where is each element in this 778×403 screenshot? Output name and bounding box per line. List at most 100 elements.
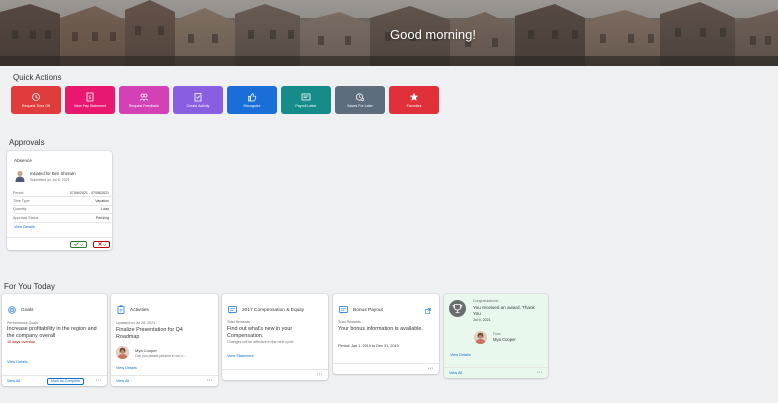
goals-view-all-link[interactable]: View All <box>7 379 20 383</box>
activities-view-all-link[interactable]: View All <box>116 379 129 383</box>
approval-row: Approval Status Pending <box>13 214 113 223</box>
favorites-button[interactable]: Favorites <box>389 86 439 114</box>
approval-row: Time Type Vacation <box>13 197 113 206</box>
award-view-all-link[interactable]: View All <box>449 371 462 375</box>
approval-row-key: Period <box>13 190 24 195</box>
approval-row-value: 1 day <box>100 207 109 212</box>
view-details-link[interactable]: View Details <box>14 225 35 229</box>
approval-card-footer <box>7 237 112 250</box>
external-link-icon[interactable] <box>425 301 431 319</box>
create-activity-button[interactable]: Create Activity <box>173 86 223 114</box>
approval-row-value: Pending <box>95 215 109 220</box>
compensation-category: Total Rewards <box>227 320 250 324</box>
goals-card-footer: View All Mark as Complete ··· <box>2 375 107 386</box>
bonus-category: Total Rewards <box>338 320 361 324</box>
approval-row: Period 07/06/2021 - 07/08/2021 <box>13 189 113 198</box>
bonus-period: Period: Jan 1, 2019 to Dec 31, 2019 <box>338 344 399 348</box>
trophy-icon <box>449 300 466 317</box>
activities-title: Activities <box>130 307 149 313</box>
award-date: Jul 9, 2021 <box>473 318 491 322</box>
document-icon <box>228 301 237 319</box>
favorites-label: Favorites <box>406 103 422 108</box>
award-from-label: From <box>493 332 501 336</box>
letter-icon <box>301 92 311 102</box>
bonus-card[interactable]: Bonus Payout Total Rewards Your bonus in… <box>333 294 439 374</box>
award-congrats: Congratulations! <box>473 299 499 303</box>
more-options-icon[interactable]: ··· <box>317 371 323 378</box>
view-pay-statement-button[interactable]: $ View Pay Statement <box>65 86 115 114</box>
approval-row-value: 07/06/2021 - 07/08/2021 <box>69 190 109 195</box>
compensation-card[interactable]: 2017 Compensation & Equity Total Rewards… <box>222 294 328 380</box>
recognize-label: Recognize <box>243 103 261 108</box>
greeting-text: Good morning! <box>390 27 476 42</box>
more-options-icon[interactable]: ··· <box>537 369 543 376</box>
approval-type: Absence <box>14 158 32 163</box>
time-off-icon <box>31 92 41 102</box>
chevron-down-icon <box>80 242 83 247</box>
request-feedback-button[interactable]: Request Feedback <box>119 86 169 114</box>
approval-row: Quantity 1 day <box>13 206 113 215</box>
approval-card[interactable]: Absence Initiated for Ben Sherwin Submit… <box>7 151 113 250</box>
more-options-icon[interactable]: ··· <box>96 377 102 384</box>
svg-text:$: $ <box>88 95 91 101</box>
activities-card-footer: View All ··· <box>111 375 218 386</box>
award-view-details-link[interactable]: View Details <box>450 353 471 357</box>
mark-as-complete-button[interactable]: Mark as Complete <box>47 377 85 385</box>
more-options-icon[interactable]: ··· <box>428 365 434 372</box>
activities-updated: Updated on Jul 28, 2021 <box>116 321 156 325</box>
approve-button[interactable] <box>70 241 87 248</box>
for-you-today-title: For You Today <box>4 282 56 291</box>
goals-card[interactable]: Goals Performance Goals Increase profita… <box>2 294 107 386</box>
approval-row-key: Time Type <box>13 199 30 204</box>
approval-submitted-date: Submitted on Jul 8, 2021 <box>30 178 70 182</box>
approval-row-value: Vacation <box>95 199 109 204</box>
compensation-card-header: 2017 Compensation & Equity <box>228 301 304 319</box>
approval-row-key: Approval Status <box>13 215 39 220</box>
request-time-off-label: Request Time Off <box>22 103 50 108</box>
payroll-letter-button[interactable]: Payroll Letter <box>281 86 331 114</box>
saved-for-later-label: Saved For Later <box>347 103 373 108</box>
bonus-card-footer: ··· <box>333 363 439 374</box>
award-person: Mya Cooper <box>493 337 516 342</box>
more-options-icon[interactable]: ··· <box>207 377 213 384</box>
request-feedback-label: Request Feedback <box>128 103 160 108</box>
compensation-title: 2017 Compensation & Equity <box>242 307 305 313</box>
chevron-down-icon <box>102 242 106 247</box>
feedback-icon <box>139 92 149 102</box>
target-icon <box>8 301 16 319</box>
goals-view-details-link[interactable]: View Details <box>7 360 28 364</box>
approval-initiated-for: Initiated for Ben Sherwin <box>30 171 76 176</box>
goals-card-header: Goals <box>8 301 34 319</box>
award-card[interactable]: Congratulations! You received an award. … <box>444 294 548 378</box>
payroll-letter-label: Payroll Letter <box>295 103 317 108</box>
star-icon <box>409 92 419 102</box>
saved-for-later-button[interactable]: Saved For Later <box>335 86 385 114</box>
activities-card-header: Activities <box>117 301 149 319</box>
activities-card[interactable]: Activities Updated on Jul 28, 2021 Final… <box>111 294 218 386</box>
view-statement-link[interactable]: View Statement <box>227 354 254 358</box>
create-activity-label: Create Activity <box>186 103 210 108</box>
reject-button[interactable] <box>93 241 110 248</box>
award-text: You received an award. Thank You <box>473 305 535 316</box>
recognize-button[interactable]: Recognize <box>227 86 277 114</box>
quick-actions-title: Quick Actions <box>13 73 62 82</box>
award-card-footer: View All ··· <box>444 367 548 378</box>
goals-text: Increase profitability in the region and… <box>7 326 97 339</box>
checkmark-icon <box>74 242 79 247</box>
close-icon <box>97 242 102 247</box>
view-pay-statement-label: View Pay Statement <box>73 103 107 108</box>
activities-view-details-link[interactable]: View Details <box>116 366 137 370</box>
saved-icon <box>355 92 365 102</box>
activities-note: Can you please present in our n... <box>135 354 186 358</box>
pay-statement-icon: $ <box>85 92 95 102</box>
request-time-off-button[interactable]: Request Time Off <box>11 86 61 114</box>
activities-text: Finalize Presentation for Q4 Roadmap <box>116 327 183 340</box>
bonus-title: Bonus Payout <box>353 307 383 313</box>
compensation-text: Find out what's new in your Compensation… <box>227 326 293 339</box>
goals-category: Performance Goals <box>7 321 38 325</box>
approval-details: Period 07/06/2021 - 07/08/2021 Time Type… <box>13 189 113 223</box>
bonus-card-header: Bonus Payout <box>339 301 383 319</box>
clipboard-icon <box>117 301 125 319</box>
approvals-title: Approvals <box>9 138 45 147</box>
avatar <box>116 346 129 359</box>
